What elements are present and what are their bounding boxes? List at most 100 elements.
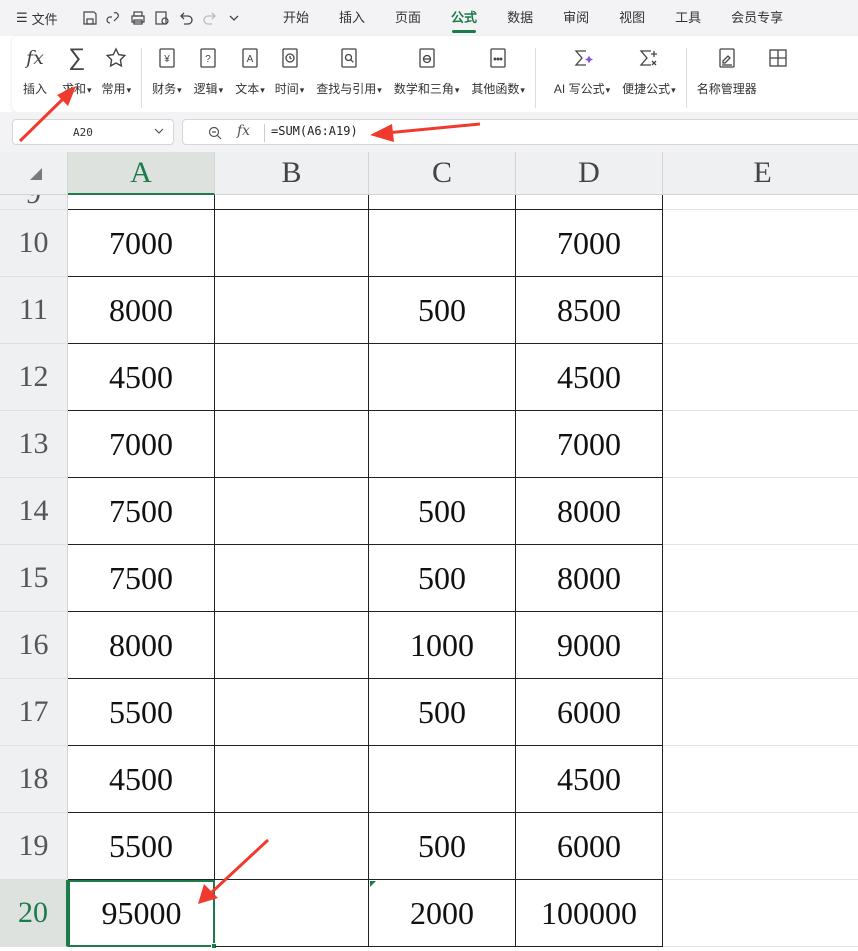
cell-c17[interactable]: 500 — [369, 679, 516, 746]
finance-functions-button[interactable]: ¥ 财务▾ — [152, 44, 182, 97]
logic-functions-button[interactable]: ? 逻辑▾ — [194, 44, 223, 97]
time-functions-button[interactable]: 时间▾ — [275, 44, 304, 97]
cell-e12[interactable] — [663, 344, 858, 411]
column-header-a[interactable]: A — [68, 152, 215, 195]
cell-c10[interactable] — [369, 210, 516, 277]
cell-partial[interactable] — [68, 195, 215, 210]
math-functions-button[interactable]: 数学和三角▾ — [394, 44, 459, 97]
cell-c14[interactable]: 500 — [369, 478, 516, 545]
cell-c12[interactable] — [369, 344, 516, 411]
cell-partial[interactable] — [215, 195, 369, 210]
cell-a16[interactable]: 8000 — [68, 612, 215, 679]
cell-e10[interactable] — [663, 210, 858, 277]
tab-view[interactable]: 视图 — [604, 0, 660, 36]
redo-icon[interactable] — [200, 8, 220, 28]
cell-c13[interactable] — [369, 411, 516, 478]
autosum-button[interactable]: ∑ 求和▾ — [62, 44, 92, 97]
insert-function-button[interactable]: fx 插入 — [22, 44, 48, 97]
cell-partial[interactable] — [369, 195, 516, 210]
undo-icon[interactable] — [176, 8, 196, 28]
share-icon[interactable] — [104, 8, 124, 28]
cell-a14[interactable]: 7500 — [68, 478, 215, 545]
cell-a13[interactable]: 7000 — [68, 411, 215, 478]
cell-a11[interactable]: 8000 — [68, 277, 215, 344]
tab-insert[interactable]: 插入 — [324, 0, 380, 36]
row-header-11[interactable]: 11 — [0, 277, 68, 344]
cell-b19[interactable] — [215, 813, 369, 880]
cell-e15[interactable] — [663, 545, 858, 612]
text-functions-button[interactable]: A 文本▾ — [235, 44, 265, 97]
cell-e17[interactable] — [663, 679, 858, 746]
row-header-18[interactable]: 18 — [0, 746, 68, 813]
cell-d13[interactable]: 7000 — [516, 411, 663, 478]
define-name-button[interactable] — [765, 44, 791, 72]
save-icon[interactable] — [80, 8, 100, 28]
cell-a19[interactable]: 5500 — [68, 813, 215, 880]
ai-formula-button[interactable]: AI 写公式▾ — [554, 44, 610, 97]
cell-d19[interactable]: 6000 — [516, 813, 663, 880]
cell-d15[interactable]: 8000 — [516, 545, 663, 612]
cell-b18[interactable] — [215, 746, 369, 813]
cell-a10[interactable]: 7000 — [68, 210, 215, 277]
other-functions-button[interactable]: 其他函数▾ — [471, 44, 525, 97]
cell-e19[interactable] — [663, 813, 858, 880]
formula-input[interactable]: fx =SUM(A6:A19) — [182, 119, 858, 145]
cell-d18[interactable]: 4500 — [516, 746, 663, 813]
cell-b12[interactable] — [215, 344, 369, 411]
formula-text[interactable]: =SUM(A6:A19) — [271, 124, 358, 138]
print-icon[interactable] — [128, 8, 148, 28]
cell-d20[interactable]: 100000 — [516, 880, 663, 947]
tab-data[interactable]: 数据 — [492, 0, 548, 36]
cell-a18[interactable]: 4500 — [68, 746, 215, 813]
cell-partial[interactable] — [663, 195, 858, 210]
tab-formulas[interactable]: 公式 — [436, 0, 492, 36]
row-header-10[interactable]: 10 — [0, 210, 68, 277]
tab-home[interactable]: 开始 — [268, 0, 324, 36]
cell-b17[interactable] — [215, 679, 369, 746]
cell-a15[interactable]: 7500 — [68, 545, 215, 612]
cell-b20[interactable] — [215, 880, 369, 947]
cell-b11[interactable] — [215, 277, 369, 344]
tab-review[interactable]: 审阅 — [548, 0, 604, 36]
cell-b16[interactable] — [215, 612, 369, 679]
fx-icon[interactable]: fx — [237, 123, 250, 139]
quick-formula-button[interactable]: 便捷公式▾ — [622, 44, 676, 97]
cell-b14[interactable] — [215, 478, 369, 545]
cell-e11[interactable] — [663, 277, 858, 344]
cell-c16[interactable]: 1000 — [369, 612, 516, 679]
cell-d12[interactable]: 4500 — [516, 344, 663, 411]
chevron-down-icon[interactable] — [153, 124, 165, 138]
cell-e16[interactable] — [663, 612, 858, 679]
cell-e13[interactable] — [663, 411, 858, 478]
file-menu[interactable]: ☰ 文件 — [0, 9, 80, 28]
cell-e20[interactable] — [663, 880, 858, 947]
row-header-15[interactable]: 15 — [0, 545, 68, 612]
cell-b15[interactable] — [215, 545, 369, 612]
cell-d14[interactable]: 8000 — [516, 478, 663, 545]
row-header-partial[interactable]: 9 — [0, 195, 68, 210]
tab-tools[interactable]: 工具 — [660, 0, 716, 36]
common-functions-button[interactable]: 常用▾ — [102, 44, 131, 97]
cell-c18[interactable] — [369, 746, 516, 813]
row-header-17[interactable]: 17 — [0, 679, 68, 746]
chevron-down-icon[interactable] — [224, 8, 244, 28]
row-header-20[interactable]: 20 — [0, 880, 68, 947]
cell-c19[interactable]: 500 — [369, 813, 516, 880]
cell-c20[interactable]: 2000 — [369, 880, 516, 947]
row-header-14[interactable]: 14 — [0, 478, 68, 545]
zoom-icon[interactable] — [207, 125, 223, 141]
name-box[interactable]: A20 — [12, 119, 174, 145]
cell-b10[interactable] — [215, 210, 369, 277]
row-header-19[interactable]: 19 — [0, 813, 68, 880]
cell-d11[interactable]: 8500 — [516, 277, 663, 344]
cell-b13[interactable] — [215, 411, 369, 478]
cell-a20[interactable]: 95000 — [68, 880, 215, 947]
cell-a12[interactable]: 4500 — [68, 344, 215, 411]
tab-page[interactable]: 页面 — [380, 0, 436, 36]
row-header-13[interactable]: 13 — [0, 411, 68, 478]
row-header-12[interactable]: 12 — [0, 344, 68, 411]
column-header-d[interactable]: D — [516, 152, 663, 195]
name-manager-button[interactable]: 名称管理器 — [697, 44, 757, 97]
print-preview-icon[interactable] — [152, 8, 172, 28]
cell-c11[interactable]: 500 — [369, 277, 516, 344]
